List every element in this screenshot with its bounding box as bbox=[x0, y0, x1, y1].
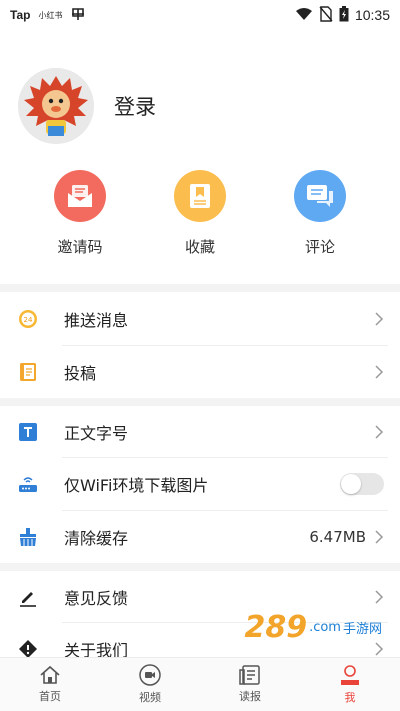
tab-home[interactable]: 首页 bbox=[0, 658, 100, 711]
favorites-label: 收藏 bbox=[184, 238, 215, 256]
wifi-only-toggle[interactable] bbox=[340, 472, 384, 495]
submit-label: 投稿 bbox=[64, 363, 97, 383]
menu-wifi-only-images: 仅WiFi环境下载图片 bbox=[0, 457, 400, 510]
pencil-icon bbox=[18, 587, 38, 607]
watermark-number: 289 bbox=[244, 610, 308, 645]
text-size-icon bbox=[18, 422, 38, 442]
battery-icon bbox=[339, 5, 349, 25]
envelope-icon bbox=[54, 170, 106, 222]
status-left: Tap 小红书 bbox=[10, 6, 86, 25]
chevron-right-icon bbox=[375, 589, 384, 604]
video-icon bbox=[139, 664, 161, 686]
svg-text:24: 24 bbox=[24, 316, 33, 324]
broom-icon bbox=[18, 527, 38, 547]
tab-me[interactable]: 我 bbox=[300, 658, 400, 711]
wifi-icon bbox=[295, 7, 313, 24]
menu-clear-cache[interactable]: 清除缓存 6.47MB bbox=[0, 510, 400, 563]
status-bar: Tap 小红书 10:35 bbox=[0, 0, 400, 30]
menu-font-size[interactable]: 正文字号 bbox=[0, 405, 400, 458]
comments-button[interactable]: 评论 bbox=[270, 170, 370, 257]
chevron-right-icon bbox=[375, 364, 384, 379]
invite-code-button[interactable]: 邀请码 bbox=[30, 170, 130, 257]
bookmark-icon bbox=[174, 170, 226, 222]
site-watermark: 289 .com 手游网 bbox=[244, 610, 382, 645]
invite-code-label: 邀请码 bbox=[57, 238, 103, 256]
push-24-icon: 24 bbox=[18, 309, 38, 329]
bottom-tab-bar: 首页 视频 读报 我 bbox=[0, 657, 400, 711]
tab-newspaper-label: 读报 bbox=[239, 690, 261, 703]
favorites-button[interactable]: 收藏 bbox=[150, 170, 250, 257]
bug-icon bbox=[70, 6, 86, 25]
tab-video[interactable]: 视频 bbox=[100, 658, 200, 711]
watermark-suffix: .com bbox=[309, 620, 341, 635]
feedback-label: 意见反馈 bbox=[64, 588, 129, 608]
profile-header[interactable]: 登录 bbox=[18, 68, 156, 144]
chevron-right-icon bbox=[375, 424, 384, 439]
info-icon bbox=[18, 639, 38, 659]
status-time: 10:35 bbox=[354, 7, 390, 23]
person-icon bbox=[341, 665, 359, 685]
notebook-icon bbox=[18, 362, 38, 382]
status-app-name: Tap bbox=[10, 8, 31, 22]
menu-push-messages[interactable]: 24 推送消息 bbox=[0, 292, 400, 345]
no-sim-icon bbox=[319, 5, 333, 25]
lion-mascot-icon bbox=[18, 68, 94, 144]
quick-actions: 邀请码 收藏 评论 bbox=[0, 170, 400, 257]
tab-newspaper[interactable]: 读报 bbox=[200, 658, 300, 711]
font-size-label: 正文字号 bbox=[64, 423, 129, 443]
cache-size-value: 6.47MB bbox=[309, 527, 366, 546]
clear-cache-label: 清除缓存 bbox=[64, 528, 129, 548]
comments-label: 评论 bbox=[304, 238, 335, 256]
toggle-knob bbox=[341, 473, 361, 494]
wifi-only-label: 仅WiFi环境下载图片 bbox=[64, 475, 209, 495]
chevron-right-icon bbox=[375, 529, 384, 544]
menu-submit[interactable]: 投稿 bbox=[0, 345, 400, 398]
router-icon bbox=[18, 474, 38, 494]
tab-me-label: 我 bbox=[344, 691, 356, 704]
section-separator bbox=[0, 284, 400, 292]
home-icon bbox=[40, 665, 60, 684]
login-link[interactable]: 登录 bbox=[114, 91, 156, 121]
status-right: 10:35 bbox=[295, 5, 390, 25]
tab-video-label: 视频 bbox=[139, 691, 161, 704]
status-app-small: 小红书 bbox=[38, 10, 63, 20]
tab-home-label: 首页 bbox=[39, 690, 61, 703]
newspaper-icon bbox=[239, 665, 260, 685]
chat-icon bbox=[294, 170, 346, 222]
watermark-text: 手游网 bbox=[342, 622, 382, 637]
push-messages-label: 推送消息 bbox=[64, 310, 129, 330]
chevron-right-icon bbox=[375, 311, 384, 326]
avatar[interactable] bbox=[18, 68, 94, 144]
